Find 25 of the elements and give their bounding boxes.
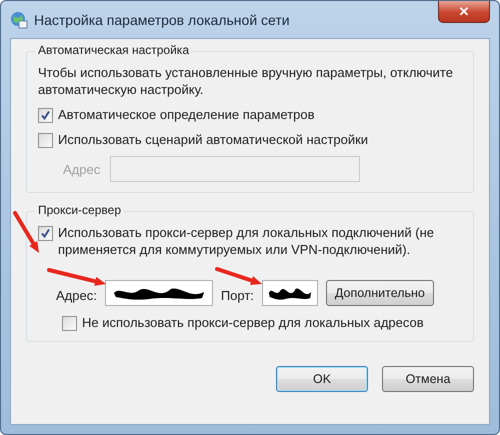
group-title: Прокси-сервер (35, 203, 124, 217)
annotation-arrow (47, 268, 106, 286)
checkbox-label[interactable]: Использовать прокси-сервер для локальных подключений (не применяется для коммутируемых или VPN-подключений). (58, 224, 463, 258)
checkbox-label[interactable]: Использовать сценарий автоматической настройки (58, 131, 368, 148)
advanced-button[interactable]: Дополнительно (326, 280, 434, 306)
checkbox[interactable] (38, 133, 53, 148)
instruction-text: Чтобы использовать установленные вручную параметры, отключите автоматическую настройку. (38, 64, 454, 98)
checkbox[interactable] (38, 108, 53, 123)
group-title: Автоматическая настройка (35, 43, 192, 57)
port-field[interactable] (262, 280, 318, 306)
checkbox[interactable] (38, 226, 53, 241)
network-globe-icon (10, 10, 28, 28)
dialog-button[interactable]: OK (276, 366, 368, 392)
window-title: Настройка параметров локальной сети (34, 12, 291, 28)
annotation-arrow (215, 267, 262, 285)
checkbox-label[interactable]: Не использовать прокси-сервер для локальных адресов (82, 314, 424, 331)
field-label: Адрес: (56, 287, 97, 304)
address-field[interactable] (104, 280, 213, 306)
checkbox[interactable] (62, 316, 77, 331)
field-label: Адрес (63, 160, 100, 178)
checkbox-label[interactable]: Автоматическое определение параметров (58, 106, 315, 123)
field-label: Порт: (220, 287, 254, 304)
dialog-button[interactable]: Отмена (382, 366, 474, 392)
annotation-arrow (13, 211, 39, 253)
close-button[interactable]: ✕ (438, 1, 490, 23)
